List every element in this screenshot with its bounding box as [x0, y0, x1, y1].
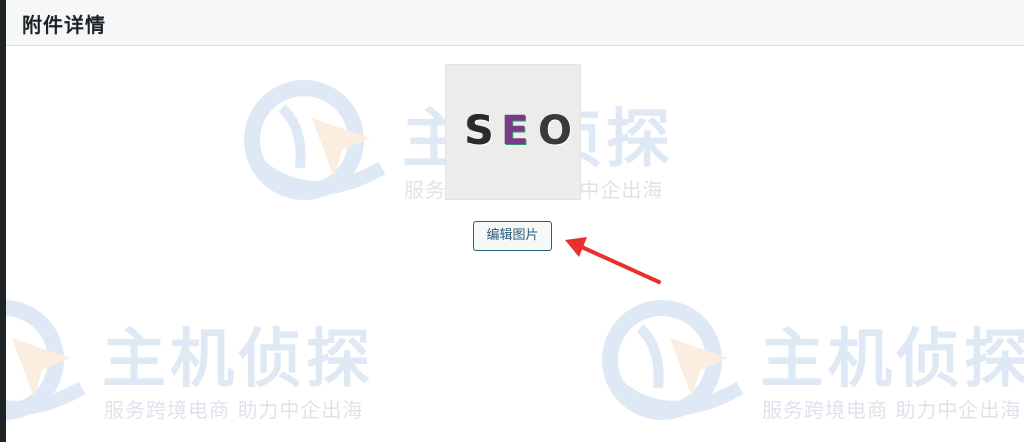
seo-letter-o: O [538, 108, 573, 154]
seo-letter-s: S [465, 108, 494, 154]
watermark: 主机侦探 服务跨境电商 助力中企出海 [600, 298, 1024, 432]
watermark: 主机侦探 服务跨境电商 助力中企出海 [242, 78, 670, 212]
panel-title: 附件详情 [22, 13, 106, 37]
panel-header: 附件详情 [6, 0, 1024, 46]
attachment-thumbnail: S E O [445, 64, 581, 200]
watermark-slogan: 服务跨境电商 助力中企出海 [762, 398, 1022, 422]
watermark: 主机侦探 服务跨境电商 助力中企出海 [6, 298, 370, 432]
globe-logo-icon [602, 300, 744, 420]
watermark-slogan: 服务跨境电商 助力中企出海 [104, 398, 364, 422]
globe-logo-icon [6, 300, 86, 420]
attachment-details-panel: 附件详情 主机侦探 服务跨境电商 助力中企出海 主机侦探 服务跨境电商 助力中企… [6, 0, 1024, 442]
watermark-brand: 主机侦探 [760, 323, 1024, 397]
edit-image-button[interactable]: 编辑图片 [473, 221, 552, 251]
seo-letter-e: E [501, 108, 529, 154]
red-arrow-icon [565, 237, 661, 284]
attachment-content: 主机侦探 服务跨境电商 助力中企出海 主机侦探 服务跨境电商 助力中企出海 主机… [6, 46, 1024, 442]
watermark-brand: 主机侦探 [102, 323, 374, 397]
globe-logo-icon [244, 80, 386, 200]
